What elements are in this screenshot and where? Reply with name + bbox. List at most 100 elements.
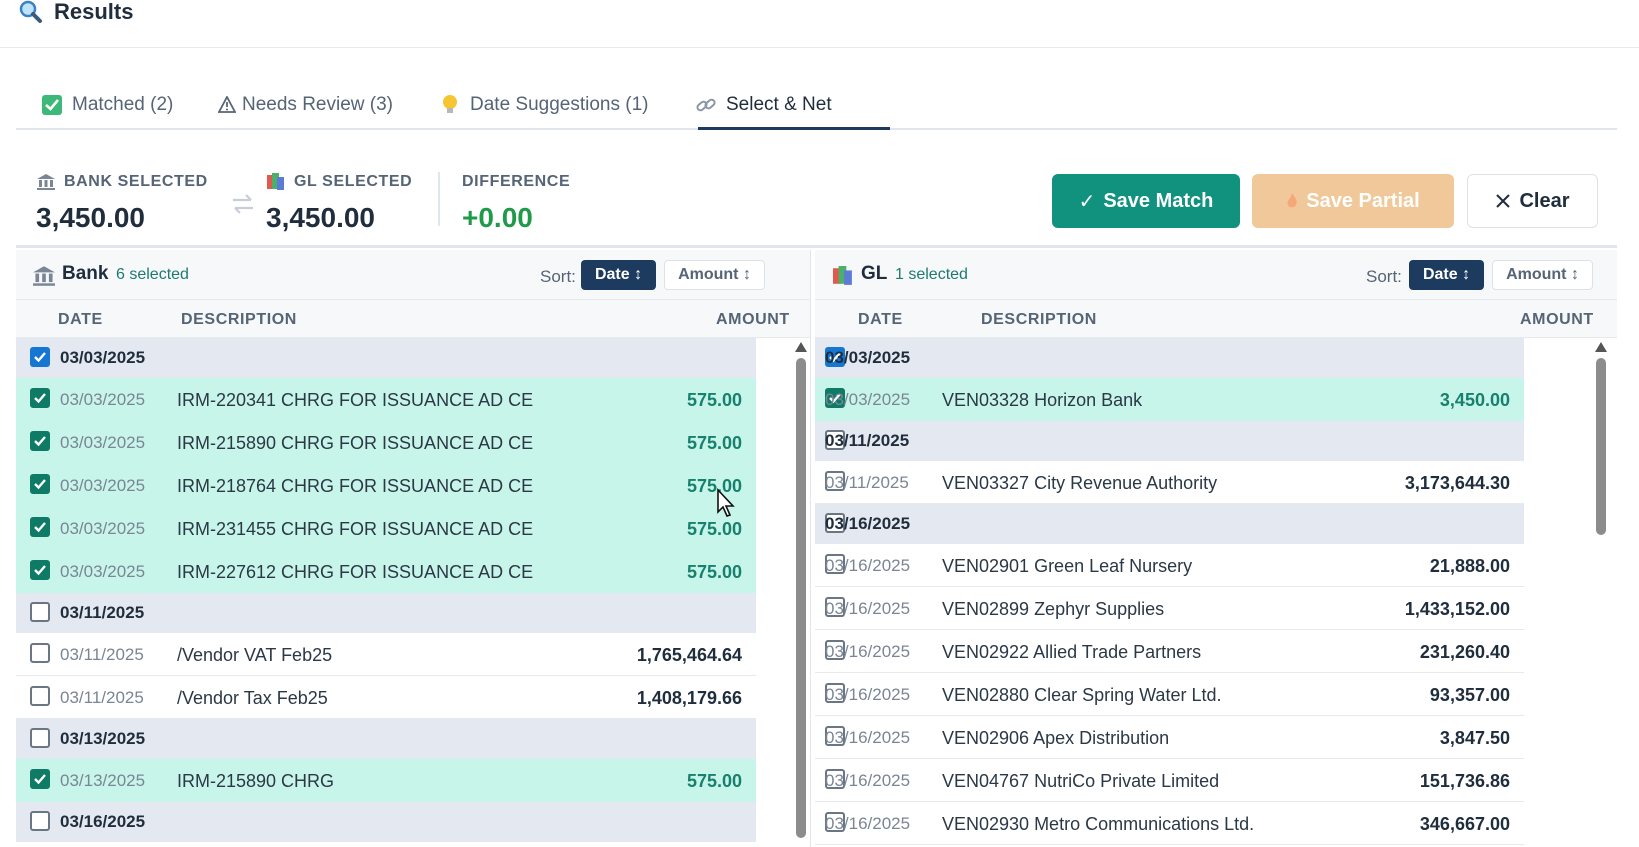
date-group-row[interactable]: 03/11/2025 <box>815 421 1524 461</box>
row-checkbox[interactable] <box>30 474 50 494</box>
row-checkbox[interactable] <box>30 602 50 622</box>
bank-col-description[interactable]: DESCRIPTION <box>181 311 297 329</box>
save-partial-button[interactable]: Save Partial <box>1252 174 1454 228</box>
results-header: Results <box>0 0 1639 48</box>
gl-col-description[interactable]: DESCRIPTION <box>981 311 1097 329</box>
row-checkbox[interactable] <box>30 686 50 706</box>
row-date: 03/16/2025 <box>825 556 911 575</box>
row-date: 03/03/2025 <box>60 562 146 581</box>
table-row[interactable]: 03/11/2025 VEN03327 City Revenue Authorit… <box>815 461 1524 504</box>
table-row[interactable]: 03/03/2025 IRM-215890 CHRG FOR ISSUANCE A… <box>16 421 756 464</box>
bank-selected-value: 3,450.00 <box>36 202 145 233</box>
row-description: VEN02922 Allied Trade Partners <box>942 642 1202 662</box>
clear-button[interactable]: Clear <box>1467 174 1598 228</box>
row-amount: 231,260.40 <box>1419 642 1510 662</box>
row-checkbox[interactable] <box>30 431 50 451</box>
clear-label: Clear <box>1519 189 1570 212</box>
date-group-row[interactable]: 03/11/2025 <box>16 593 756 633</box>
table-row[interactable]: 03/13/2025 IRM-215890 CHRG 575.00 <box>16 759 756 802</box>
row-description: IRM-220341 CHRG FOR ISSUANCE AD CE <box>177 390 534 410</box>
row-checkbox[interactable] <box>30 728 50 748</box>
table-row[interactable]: 03/03/2025 IRM-231455 CHRG FOR ISSUANCE A… <box>16 507 756 550</box>
scroll-up-arrow-icon[interactable] <box>795 342 807 352</box>
bank-selected-count: 6 selected <box>116 266 189 283</box>
gl-col-date[interactable]: DATE <box>858 311 903 329</box>
row-checkbox[interactable] <box>30 811 50 831</box>
check-square-icon <box>40 94 64 116</box>
save-match-button[interactable]: ✓ Save Match <box>1052 174 1240 228</box>
bank-sort-date-button[interactable]: Date ↕ <box>581 260 656 290</box>
tab-matched[interactable]: Matched (2) <box>40 80 173 130</box>
table-row[interactable]: 03/16/2025 VEN02922 Allied Trade Partners… <box>815 630 1524 673</box>
row-amount: 151,736.86 <box>1419 771 1510 791</box>
lightbulb-icon <box>438 94 462 116</box>
table-row[interactable]: 03/16/2025 VEN02930 Metro Communications … <box>815 802 1524 845</box>
date-group-row[interactable]: 03/03/2025 <box>16 338 756 378</box>
bank-sort-label: Sort: <box>540 267 576 286</box>
flame-icon <box>1286 193 1298 209</box>
row-amount: 1,408,179.66 <box>636 688 742 708</box>
date-group-row[interactable]: 03/16/2025 <box>815 504 1524 544</box>
row-checkbox[interactable] <box>30 388 50 408</box>
gl-scrollbar[interactable] <box>1594 338 1608 847</box>
table-row[interactable]: 03/03/2025 IRM-218764 CHRG FOR ISSUANCE A… <box>16 464 756 507</box>
row-description: VEN03327 City Revenue Authority <box>942 473 1218 493</box>
row-checkbox[interactable] <box>30 347 50 367</box>
row-checkbox[interactable] <box>30 643 50 663</box>
table-row[interactable]: 03/16/2025 VEN02901 Green Leaf Nursery 21,… <box>815 544 1524 587</box>
checkmark-icon <box>34 522 46 533</box>
table-row[interactable]: 03/16/2025 VEN02906 Apex Distribution 3,84… <box>815 716 1524 759</box>
row-amount: 3,173,644.30 <box>1404 473 1510 493</box>
tab-bar: Matched (2) Needs Review (3) Date Sugges… <box>16 80 1617 130</box>
date-group-row[interactable]: 03/16/2025 <box>16 802 756 842</box>
checkmark-icon: ✓ <box>1078 190 1096 213</box>
table-row[interactable]: 03/03/2025 VEN03328 Horizon Bank 3,450.00 <box>815 378 1524 421</box>
row-description: IRM-215890 CHRG FOR ISSUANCE AD CE <box>177 433 534 453</box>
row-checkbox[interactable] <box>30 517 50 537</box>
checkmark-icon <box>34 774 46 785</box>
gl-scroll-thumb[interactable] <box>1596 358 1606 535</box>
row-description: VEN04767 NutriCo Private Limited <box>942 771 1220 791</box>
row-amount: 21,888.00 <box>1429 556 1510 576</box>
bank-icon <box>33 266 55 286</box>
ledger-icon <box>266 173 286 191</box>
table-row[interactable]: 03/16/2025 VEN02880 Clear Spring Water Lt… <box>815 673 1524 716</box>
row-amount: 575.00 <box>686 562 742 582</box>
date-group-row[interactable]: 03/03/2025 <box>815 338 1524 378</box>
table-row[interactable]: 03/16/2025 VEN02899 Zephyr Supplies 1,433,… <box>815 587 1524 630</box>
table-row[interactable]: 03/11/2025/Vendor Tax Feb25 1,408,179.66 <box>16 676 756 719</box>
tab-date-suggestions[interactable]: Date Suggestions (1) <box>438 80 649 130</box>
bank-col-amount[interactable]: AMOUNT <box>716 311 790 329</box>
scroll-up-arrow-icon[interactable] <box>1595 342 1607 352</box>
row-amount: 1,765,464.64 <box>636 645 742 665</box>
row-amount: 3,847.50 <box>1439 728 1510 748</box>
row-date: 03/16/2025 <box>825 814 911 833</box>
gl-col-amount[interactable]: AMOUNT <box>1520 311 1594 329</box>
gl-sort-date-button[interactable]: Date ↕ <box>1409 260 1484 290</box>
row-description: /Vendor VAT Feb25 <box>177 645 333 665</box>
date-group-row[interactable]: 03/13/2025 <box>16 719 756 759</box>
tab-needs-review-label: Needs Review (3) <box>242 94 393 115</box>
table-row[interactable]: 03/03/2025 IRM-227612 CHRG FOR ISSUANCE A… <box>16 550 756 593</box>
row-date: 03/11/2025 <box>825 473 909 492</box>
results-title: Results <box>54 0 134 24</box>
bank-scroll-thumb[interactable] <box>796 358 806 838</box>
bank-sort-amount-button[interactable]: Amount ↕ <box>664 260 765 290</box>
difference-block: DIFFERENCE +0.00 <box>462 172 570 234</box>
table-row[interactable]: 03/11/2025/Vendor VAT Feb25 1,765,464.64 <box>16 633 756 676</box>
table-row[interactable]: 03/16/2025 VEN04767 NutriCo Private Limit… <box>815 759 1524 802</box>
row-description: VEN03328 Horizon Bank <box>942 390 1143 410</box>
bank-scrollbar[interactable] <box>794 338 808 847</box>
row-checkbox[interactable] <box>30 769 50 789</box>
tab-needs-review[interactable]: Needs Review (3) <box>218 80 393 130</box>
gl-sort-amount-button[interactable]: Amount ↕ <box>1492 260 1593 290</box>
table-row[interactable]: 03/03/2025 IRM-220341 CHRG FOR ISSUANCE A… <box>16 378 756 421</box>
mouse-cursor-icon <box>717 488 735 517</box>
checkmark-icon <box>34 479 46 490</box>
tab-select-net[interactable]: Select & Net <box>694 80 832 130</box>
row-checkbox[interactable] <box>30 560 50 580</box>
gl-sort-label: Sort: <box>1366 267 1402 286</box>
gl-selected-block: GL SELECTED 3,450.00 <box>266 172 412 234</box>
bank-col-date[interactable]: DATE <box>58 311 103 329</box>
warning-icon <box>218 94 236 116</box>
